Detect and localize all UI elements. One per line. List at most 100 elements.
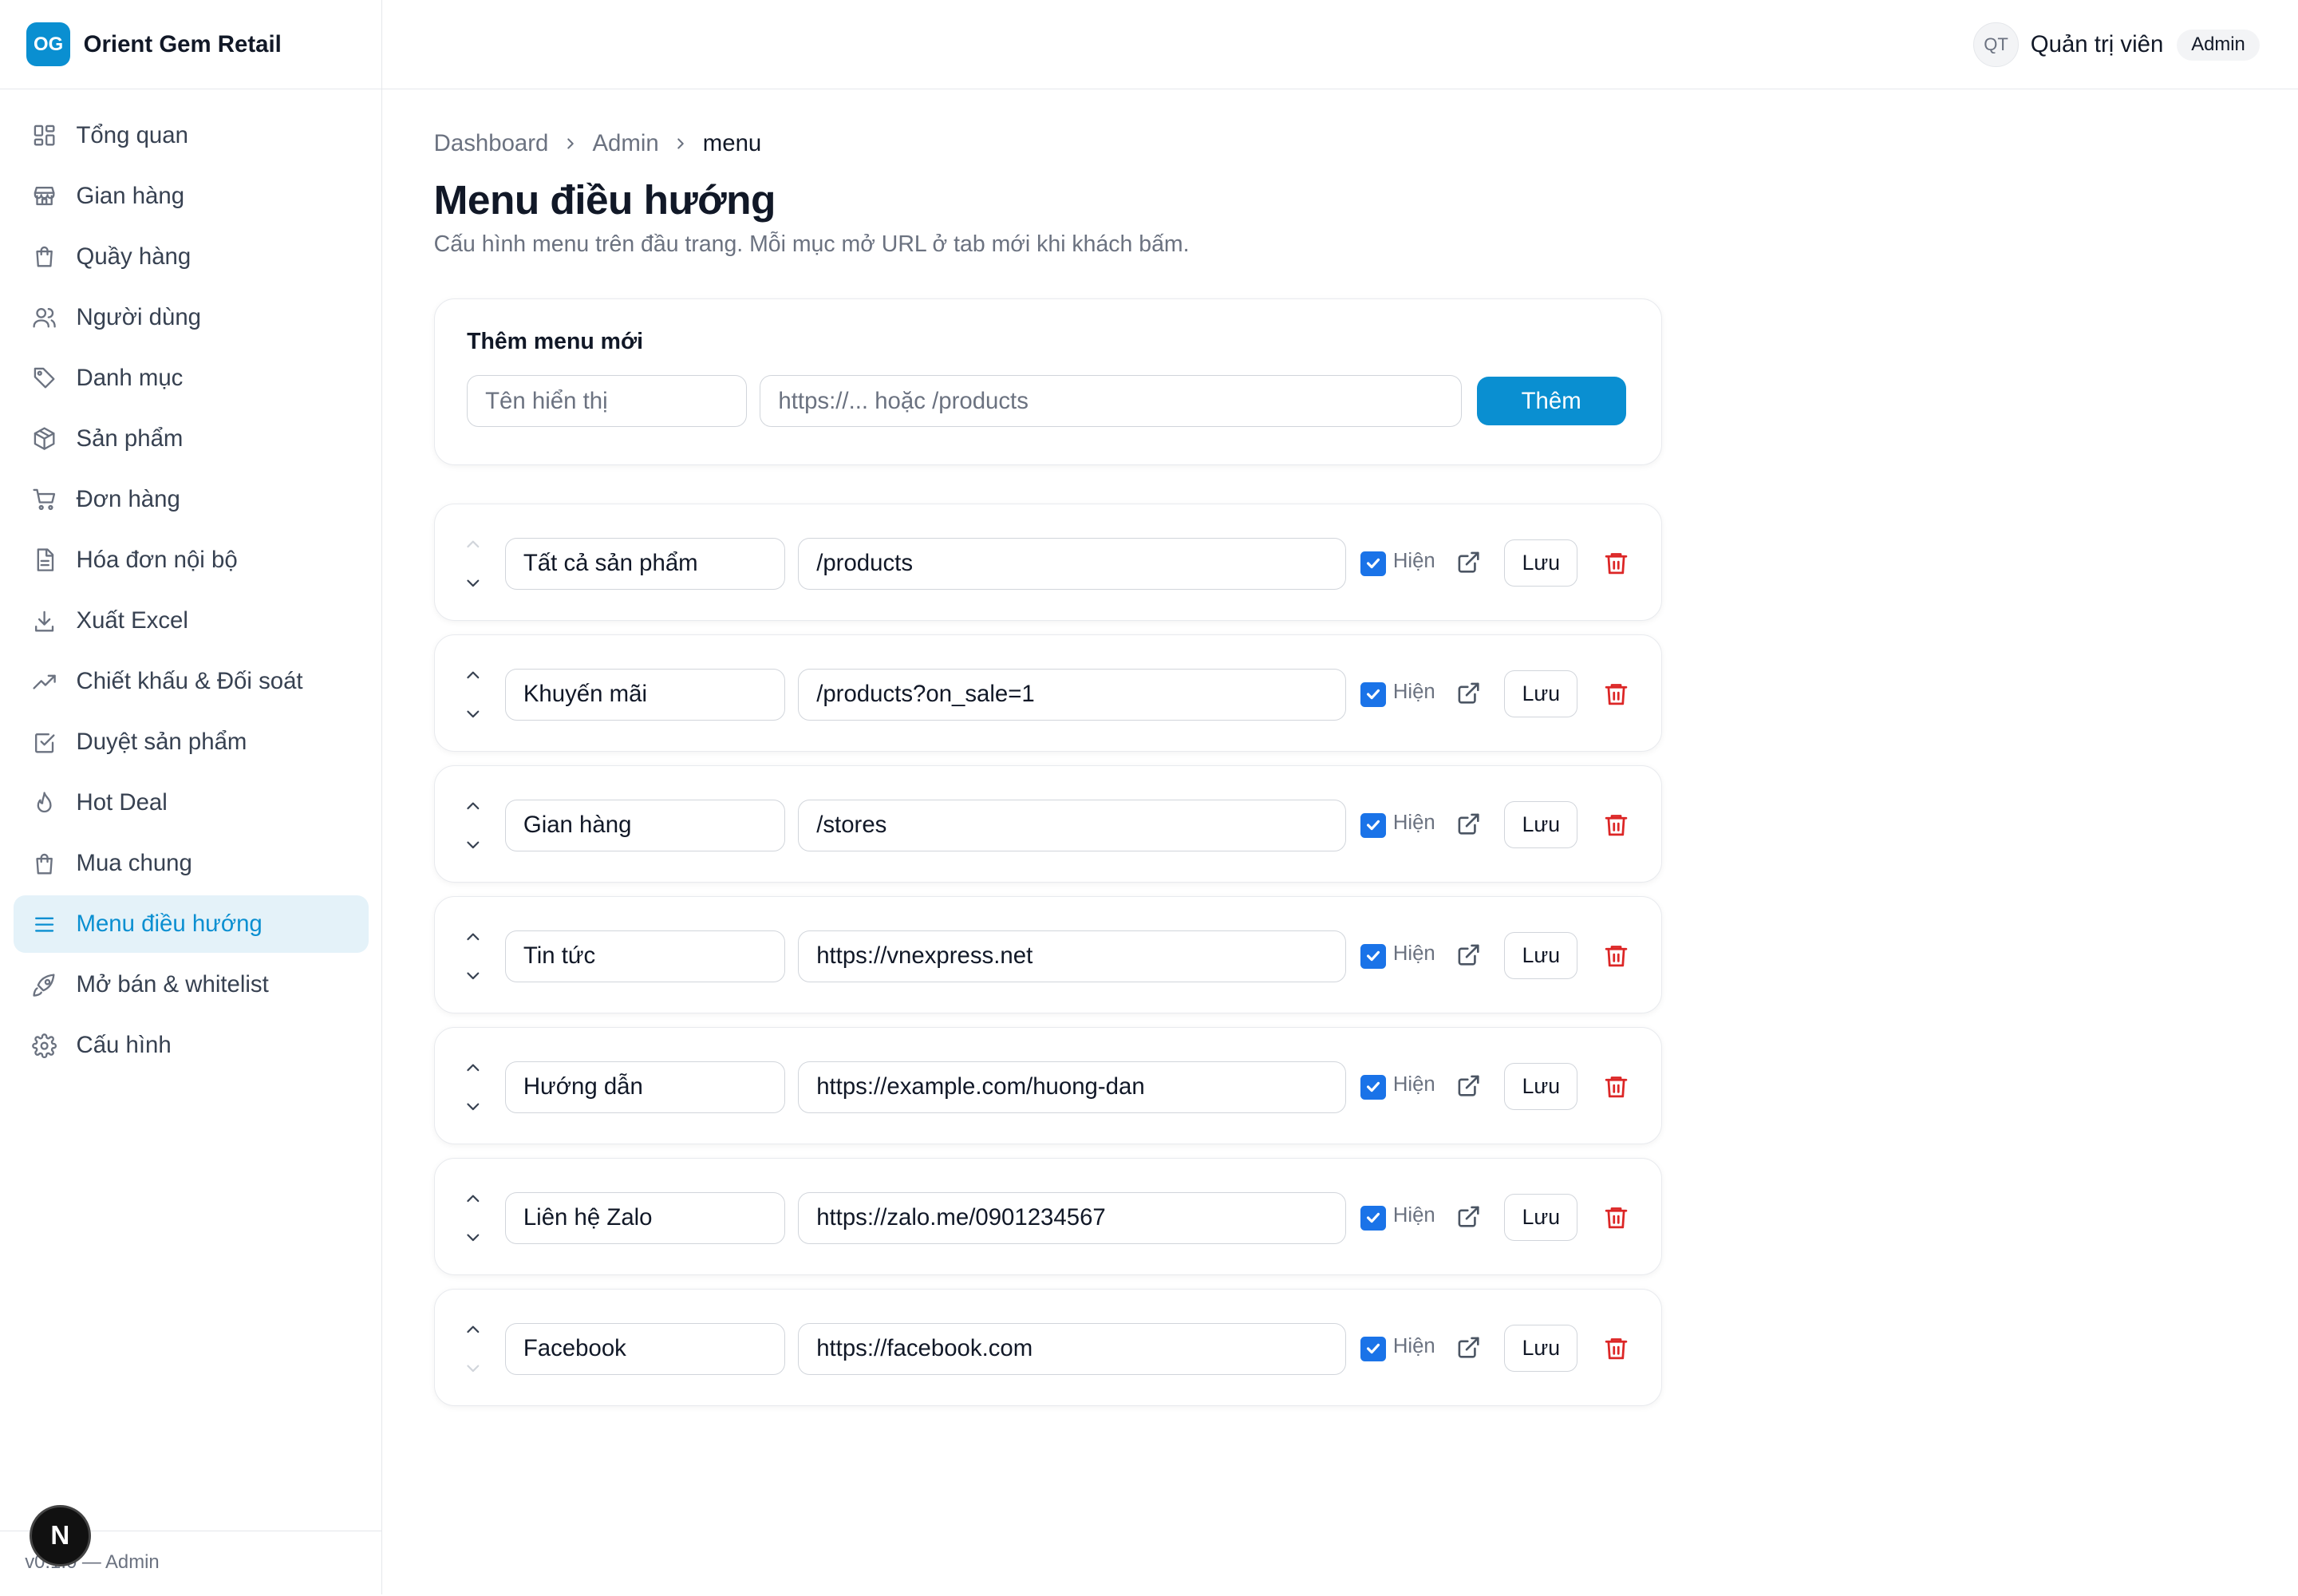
external-link-icon[interactable] [1456, 812, 1481, 836]
sidebar-item-label: Mua chung [76, 850, 192, 877]
trash-icon[interactable] [1603, 550, 1629, 576]
chevron-up-icon[interactable] [463, 1057, 484, 1078]
sidebar-item-14[interactable]: Mở bán & whitelist [14, 957, 369, 1014]
gear-icon [32, 1033, 57, 1058]
page-description: Cấu hình menu trên đầu trang. Mỗi mục mở… [433, 231, 1190, 257]
menu-name-input[interactable]: Tin tức [504, 930, 785, 982]
menu-url-input[interactable]: /products?on_sale=1 [798, 669, 1347, 721]
trash-icon[interactable] [1603, 812, 1629, 838]
visible-checkbox[interactable] [1360, 943, 1386, 970]
visible-checkbox[interactable] [1360, 812, 1386, 839]
sidebar-item-8[interactable]: Xuất Excel [14, 592, 369, 650]
tag-icon [32, 365, 57, 390]
sidebar-item-3[interactable]: Người dùng [14, 289, 369, 346]
visible-checkbox[interactable] [1360, 681, 1386, 708]
trash-icon[interactable] [1603, 1073, 1629, 1100]
sidebar-item-11[interactable]: Hot Deal [14, 774, 369, 832]
package-icon [32, 426, 57, 451]
external-link-icon[interactable] [1456, 550, 1481, 575]
sidebar-item-0[interactable]: Tổng quan [14, 107, 369, 164]
save-button[interactable]: Lưu [1504, 932, 1578, 979]
sidebar-item-13[interactable]: Menu điều hướng [13, 895, 369, 954]
menu-url-input[interactable]: https://vnexpress.net [798, 930, 1347, 982]
document-icon [32, 547, 57, 572]
external-link-icon[interactable] [1456, 1073, 1481, 1098]
chevron-down-icon[interactable] [463, 1227, 484, 1248]
sidebar-item-10[interactable]: Duyệt sản phẩm [14, 713, 369, 771]
chevron-up-icon[interactable] [463, 665, 484, 685]
external-link-icon[interactable] [1456, 942, 1481, 967]
menu-url-input[interactable]: https://example.com/huong-dan [798, 1061, 1347, 1113]
chevron-up-icon[interactable] [463, 1319, 484, 1340]
breadcrumb-current: menu [702, 129, 762, 156]
save-button[interactable]: Lưu [1504, 670, 1578, 717]
external-link-icon[interactable] [1456, 1204, 1481, 1229]
visible-checkbox[interactable] [1360, 1074, 1386, 1100]
save-button[interactable]: Lưu [1504, 1194, 1578, 1241]
chevron-down-icon[interactable] [463, 966, 484, 986]
cart-icon [32, 487, 57, 512]
menu-url-input[interactable]: /stores [798, 800, 1347, 851]
flame-icon [32, 791, 57, 816]
trash-icon[interactable] [1603, 1204, 1629, 1231]
sidebar-item-2[interactable]: Quầy hàng [14, 228, 369, 286]
trash-icon[interactable] [1603, 1335, 1629, 1361]
menu-name-input[interactable]: Gian hàng [504, 800, 785, 851]
sidebar-item-15[interactable]: Cấu hình [14, 1017, 369, 1075]
menu-name-input[interactable]: Facebook [504, 1323, 785, 1375]
shopping-bag-icon [32, 244, 57, 269]
visible-checkbox[interactable] [1360, 1336, 1386, 1362]
sidebar-item-4[interactable]: Danh mục [14, 350, 369, 407]
user-menu[interactable]: QT Quản trị viên Admin [1973, 22, 2260, 68]
sidebar-item-label: Sản phẩm [76, 425, 184, 452]
chevron-up-icon[interactable] [463, 796, 484, 816]
chevron-up-icon[interactable] [463, 1188, 484, 1209]
menu-name-input[interactable]: Khuyến mãi [504, 669, 785, 721]
breadcrumb-dashboard[interactable]: Dashboard [434, 130, 549, 157]
menu-name-input[interactable]: Liên hệ Zalo [504, 1192, 785, 1244]
menu-item-row: Liên hệ Zalo https://zalo.me/0901234567 Hi… [433, 1158, 1662, 1276]
brand[interactable]: OG Orient Gem Retail [0, 0, 382, 90]
visible-checkbox[interactable] [1360, 1205, 1386, 1231]
visible-checkbox[interactable] [1360, 551, 1386, 577]
save-button[interactable]: Lưu [1504, 801, 1578, 848]
sidebar-item-1[interactable]: Gian hàng [14, 168, 369, 225]
chevron-down-icon[interactable] [463, 1096, 484, 1117]
dashboard-grid-icon [32, 123, 57, 148]
save-button[interactable]: Lưu [1504, 1063, 1578, 1110]
sidebar-item-6[interactable]: Đơn hàng [14, 471, 369, 528]
sidebar-item-9[interactable]: Chiết khấu & Đối soát [14, 653, 369, 710]
chevron-up-icon[interactable] [463, 926, 484, 947]
trash-icon[interactable] [1603, 681, 1629, 707]
download-icon [32, 609, 57, 634]
chevron-down-icon[interactable] [463, 573, 484, 594]
role-badge: Admin [2176, 29, 2260, 61]
chevron-down-icon[interactable] [463, 1358, 484, 1379]
menu-name-input[interactable]: Hướng dẫn [504, 1061, 785, 1113]
menu-url-input[interactable]: https://facebook.com [798, 1323, 1347, 1375]
menu-url-input[interactable]: /products [798, 538, 1347, 590]
menu-url-input[interactable]: https://zalo.me/0901234567 [798, 1192, 1347, 1244]
trash-icon[interactable] [1603, 942, 1629, 969]
sidebar-item-label: Gian hàng [76, 182, 185, 209]
external-link-icon[interactable] [1456, 1335, 1481, 1360]
new-name-input[interactable]: Tên hiển thị [467, 375, 747, 427]
sidebar-item-12[interactable]: Mua chung [14, 835, 369, 892]
menu-item-list: Tất cả sản phẩm/products Hiện Lưu Khuyến mã… [433, 504, 1662, 1407]
sidebar-item-7[interactable]: Hóa đơn nội bộ [14, 531, 369, 589]
chevron-down-icon[interactable] [463, 704, 484, 725]
chevron-down-icon[interactable] [463, 835, 484, 855]
save-button[interactable]: Lưu [1504, 539, 1578, 587]
chevron-up-icon[interactable] [463, 534, 484, 555]
menu-name-input[interactable]: Tất cả sản phẩm [504, 538, 785, 590]
sidebar-item-label: Chiết khấu & Đối soát [76, 668, 303, 695]
add-menu-button[interactable]: Thêm [1476, 377, 1626, 425]
save-button[interactable]: Lưu [1504, 1325, 1578, 1372]
external-link-icon[interactable] [1456, 681, 1481, 705]
sidebar-item-5[interactable]: Sản phẩm [14, 410, 369, 468]
menu-item-row: Tin tức https://vnexpress.net Hiện Lưu [433, 896, 1662, 1014]
new-url-input[interactable]: https://... hoặc /products [760, 375, 1463, 427]
sidebar-item-label: Cấu hình [76, 1032, 172, 1059]
breadcrumb-admin[interactable]: Admin [592, 130, 658, 157]
next-dev-indicator[interactable]: N [29, 1505, 91, 1567]
